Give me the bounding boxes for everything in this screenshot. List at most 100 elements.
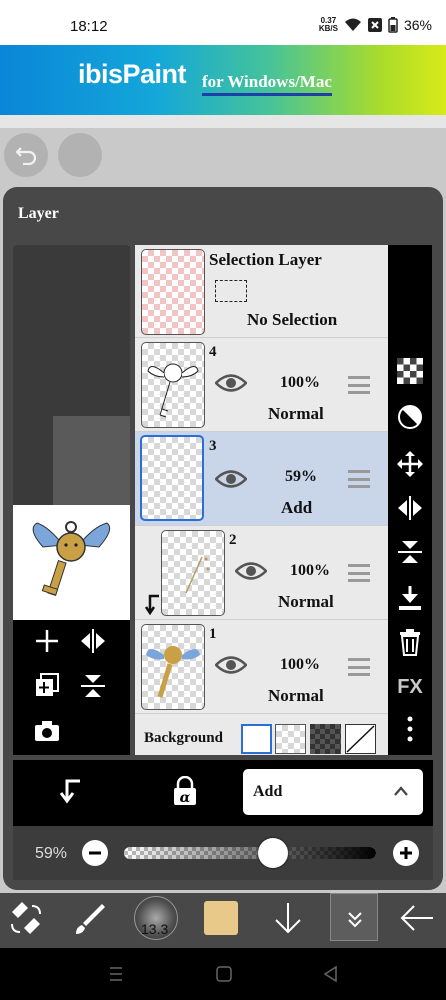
layer-blend-mode: Add: [281, 498, 313, 517]
canvas-preview: [13, 505, 130, 620]
tool-switch-button[interactable]: [8, 900, 44, 941]
minus-icon: [89, 851, 101, 855]
layer-thumbnail: [140, 435, 204, 521]
visibility-eye-icon[interactable]: [215, 654, 247, 676]
selection-layer-row[interactable]: Selection Layer No Selection: [135, 245, 388, 338]
drag-handle-icon[interactable]: [348, 564, 370, 582]
selection-layer-title: Selection Layer: [209, 250, 322, 269]
flip-horizontal-button[interactable]: [76, 628, 110, 660]
more-options-button[interactable]: [388, 714, 432, 750]
camera-icon: [35, 721, 59, 741]
layer-row[interactable]: 4 100% Normal: [135, 338, 388, 432]
layer-row[interactable]: 2 100% Normal: [135, 526, 388, 620]
flip-vertical-button[interactable]: [76, 672, 110, 706]
close-layer-panel-button[interactable]: [330, 893, 378, 941]
battery-icon: [388, 17, 398, 33]
move-button[interactable]: [388, 450, 432, 484]
visibility-eye-icon[interactable]: [215, 372, 247, 394]
layer-blend-mode: Normal: [268, 404, 324, 423]
alpha-lock-button[interactable]: α: [172, 775, 198, 811]
layer-number: 3: [209, 438, 217, 454]
delete-layer-button[interactable]: [388, 628, 432, 662]
opacity-slider-thumb[interactable]: [257, 838, 288, 868]
flip-vertical-icon: [81, 675, 105, 697]
back-nav-icon[interactable]: [322, 965, 340, 983]
camera-button[interactable]: [30, 720, 64, 748]
canvas-frame: [53, 416, 130, 506]
background-transparent-swatch[interactable]: [275, 724, 306, 754]
background-label: Background: [144, 730, 223, 746]
home-icon[interactable]: [215, 965, 233, 983]
redo-button[interactable]: [58, 133, 102, 177]
svg-text:α: α: [180, 790, 191, 806]
undo-button[interactable]: [4, 133, 48, 177]
net-speed: 0.37 KB/S: [318, 16, 338, 33]
move-icon: [397, 451, 423, 477]
key-illustration-icon: [32, 521, 111, 597]
back-button[interactable]: [398, 900, 436, 941]
invert-circle-icon: [398, 405, 422, 429]
background-white-swatch[interactable]: [241, 724, 272, 754]
drag-handle-icon[interactable]: [348, 376, 370, 394]
layer-opacity: 100%: [280, 656, 320, 673]
opacity-track-gradient: [124, 847, 376, 859]
layer-row[interactable]: 1 100% Normal: [135, 620, 388, 714]
flip-horizontal-button[interactable]: [388, 495, 432, 527]
clipping-icon: [59, 779, 80, 804]
brush-eraser-swap-icon: [11, 902, 41, 934]
arrow-down-icon: [275, 903, 301, 934]
alpha-lock-icon: α: [174, 775, 196, 806]
invert-button[interactable]: [388, 404, 432, 436]
banner-subtitle: for Windows/Mac: [202, 72, 332, 96]
add-layer-button[interactable]: [30, 628, 64, 660]
background-dark-swatch[interactable]: [310, 724, 341, 754]
opacity-increase-button[interactable]: [393, 840, 419, 866]
blend-mode-select[interactable]: Add: [243, 769, 423, 815]
clipping-button[interactable]: [58, 778, 82, 809]
arrow-left-icon: [400, 905, 433, 931]
layer-down-button[interactable]: [270, 900, 306, 941]
chevron-up-icon: [394, 786, 408, 796]
system-nav-bar: [0, 948, 446, 1000]
flip-horizontal-icon: [81, 629, 105, 653]
layer-number: 4: [209, 344, 217, 360]
duplicate-layer-button[interactable]: [30, 672, 64, 704]
selection-thumbnail: [141, 249, 205, 335]
flip-vertical-button[interactable]: [388, 538, 432, 572]
opacity-decrease-button[interactable]: [82, 840, 108, 866]
brush-icon: [76, 904, 105, 934]
layer-row-selected[interactable]: 3 59% Add: [135, 432, 388, 526]
fx-button[interactable]: FX: [388, 676, 432, 699]
banner-logo: ibisPaint: [78, 59, 187, 89]
panel-title: Layer: [18, 205, 59, 222]
drag-handle-icon[interactable]: [348, 658, 370, 676]
ad-banner[interactable]: ibisPaint for Windows/Mac: [0, 45, 446, 115]
visibility-eye-icon[interactable]: [215, 468, 247, 490]
layer-blend-mode: Normal: [278, 592, 334, 611]
color-swatch-button[interactable]: [204, 901, 238, 935]
layer-opacity: 59%: [285, 468, 317, 485]
opacity-slider-track[interactable]: [124, 847, 376, 859]
brush-size-button[interactable]: 13.3: [134, 896, 178, 940]
brush-tool-button[interactable]: [72, 901, 108, 942]
layer-opacity: 100%: [280, 374, 320, 391]
more-vertical-icon: [407, 716, 413, 742]
duplicate-icon: [36, 673, 59, 696]
selection-status: No Selection: [247, 310, 338, 329]
brush-size-value: 13.3: [141, 921, 169, 937]
merge-down-button[interactable]: [388, 584, 432, 618]
drag-handle-icon[interactable]: [348, 470, 370, 488]
background-none-swatch[interactable]: [345, 724, 376, 754]
layer-blend-mode: Normal: [268, 686, 324, 705]
status-bar: 18:12 0.37 KB/S 36%: [0, 0, 446, 45]
recent-apps-icon[interactable]: [108, 965, 124, 983]
visibility-eye-icon[interactable]: [235, 560, 267, 582]
winged-key-color-icon: [146, 646, 200, 698]
layer-number: 2: [229, 532, 237, 548]
plus-icon: [36, 630, 58, 652]
trash-icon: [400, 629, 420, 656]
layer-thumbnail: [161, 530, 225, 616]
transparency-button[interactable]: [388, 358, 432, 390]
checker-icon: [397, 358, 423, 384]
layer-thumbnail: [141, 342, 205, 428]
